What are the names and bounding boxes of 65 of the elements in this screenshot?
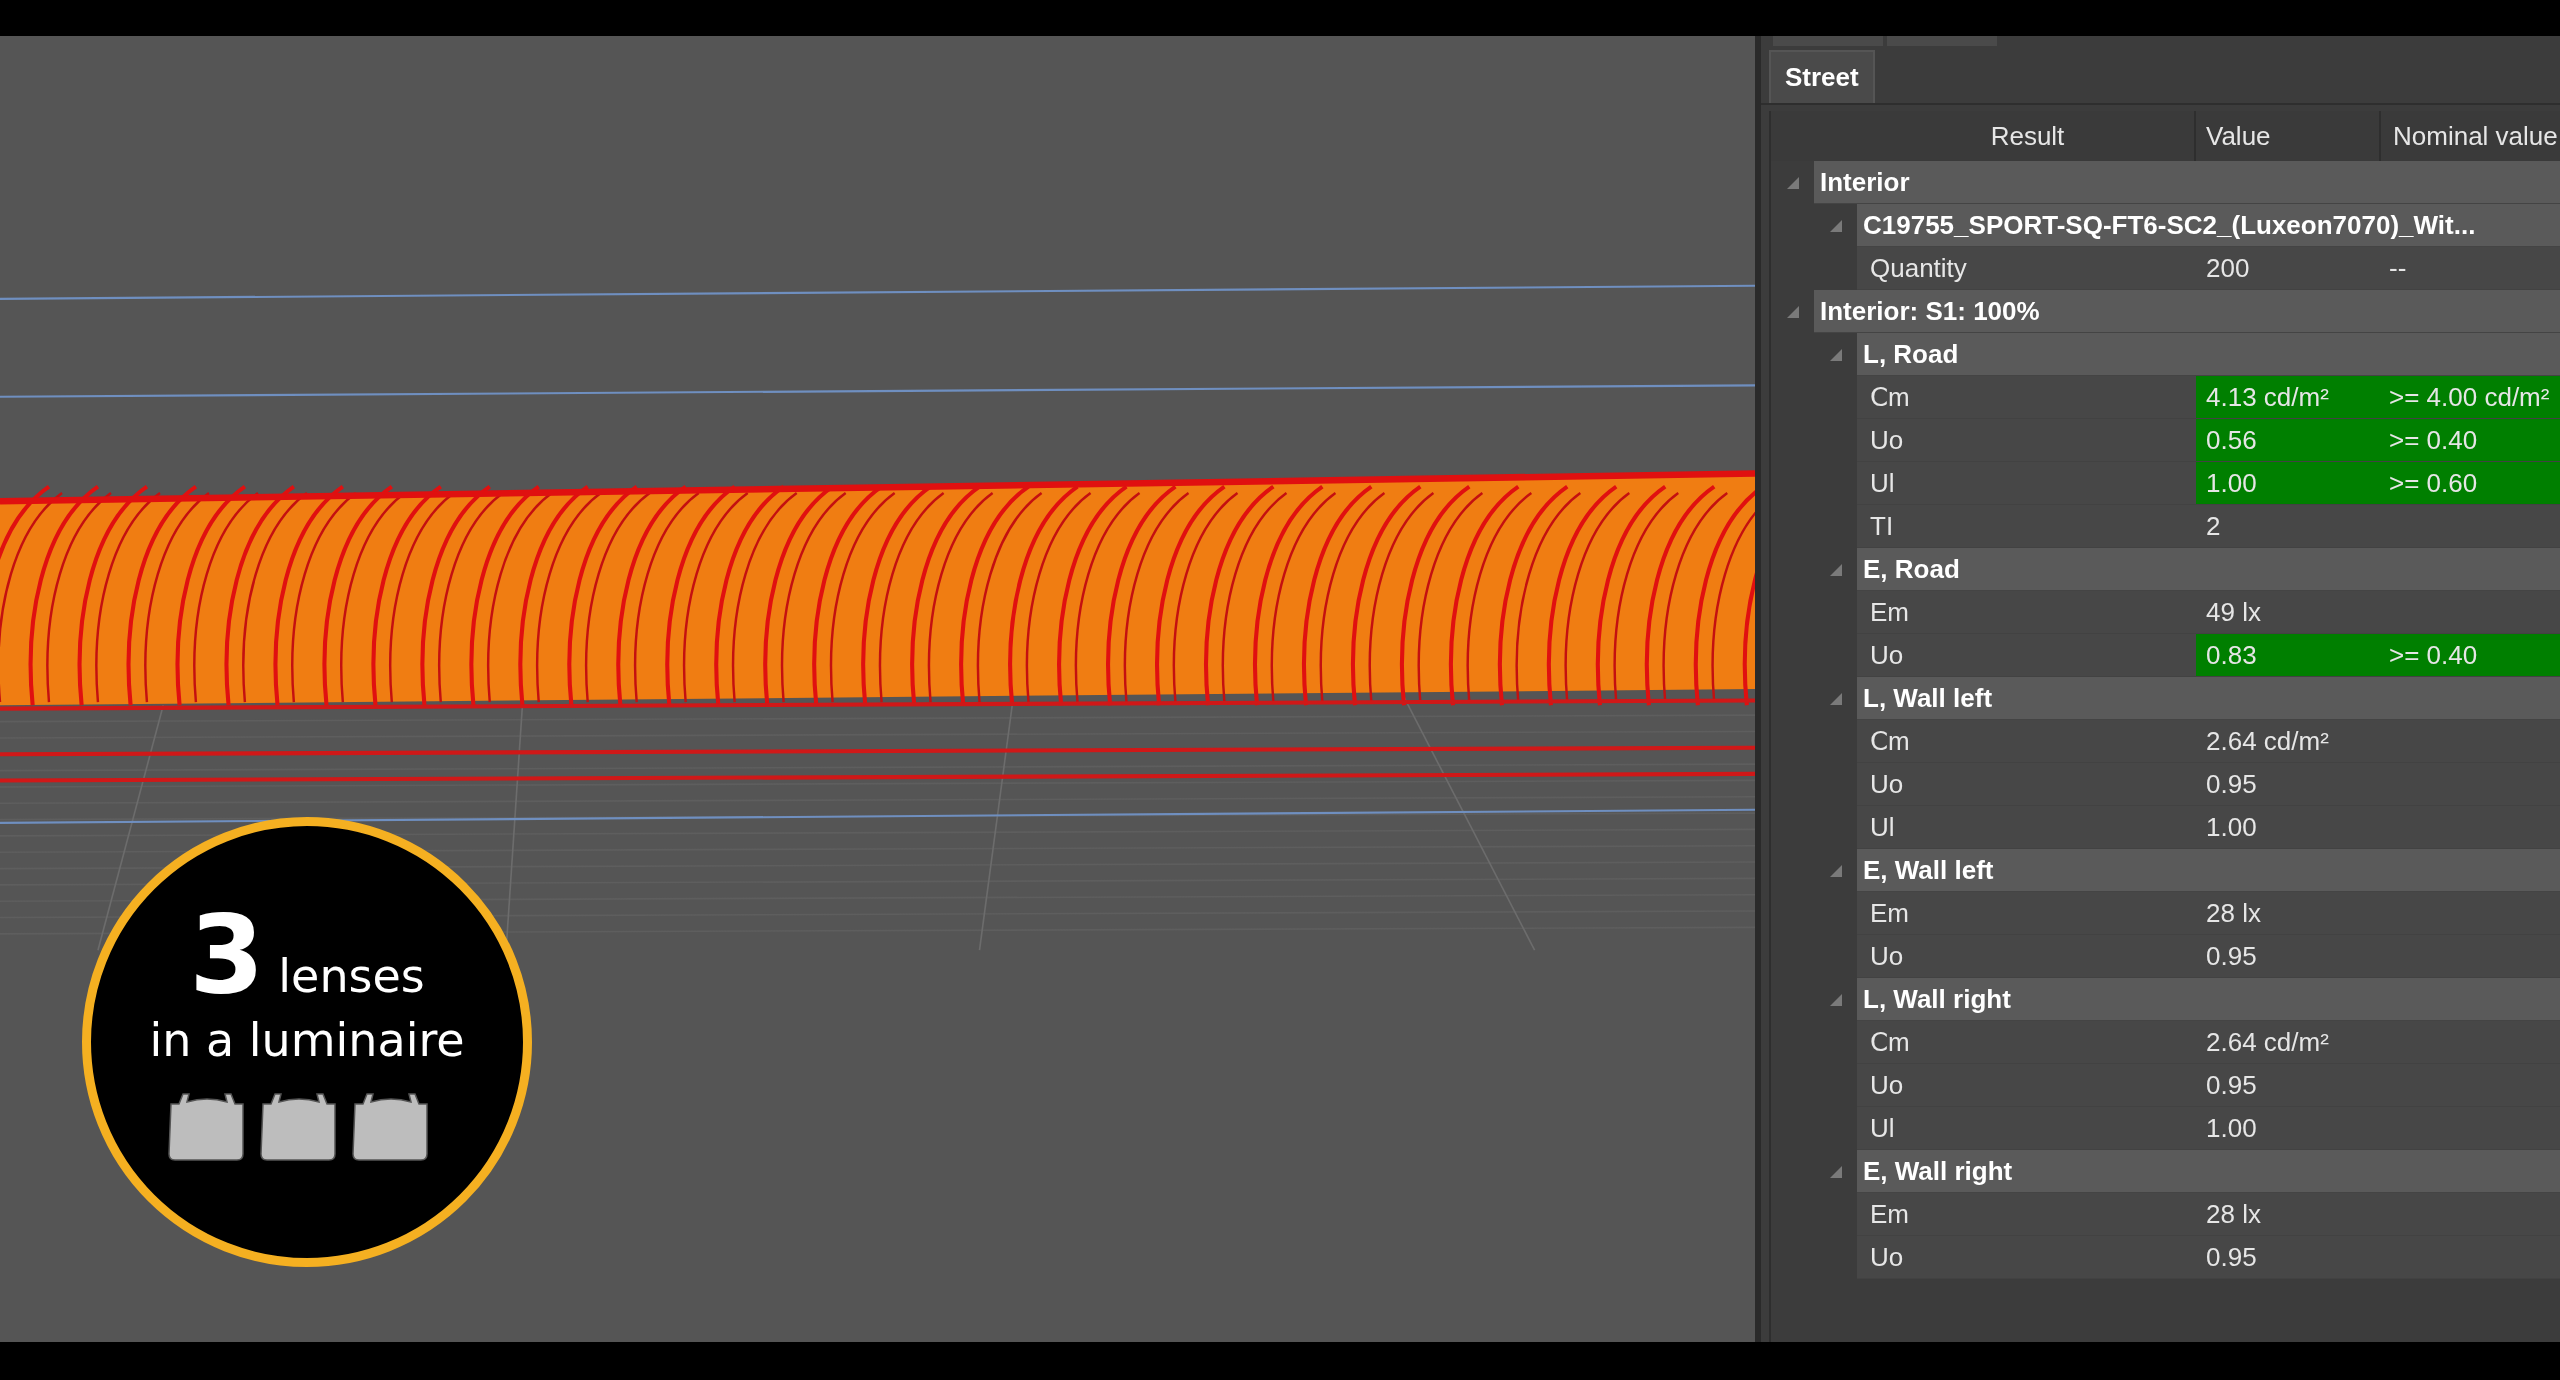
result-label: Em: [1869, 1197, 1910, 1231]
expand-toggle-icon[interactable]: [1828, 863, 1843, 878]
result-label: Em: [1869, 595, 1910, 629]
value-cell-text: 1.00: [2205, 1111, 2258, 1145]
lens-icon: [168, 1093, 244, 1161]
expand-toggle-icon[interactable]: [1828, 347, 1843, 362]
value-cell-text: 49 lx: [2205, 595, 2262, 629]
result-label: Uo: [1869, 1240, 1905, 1274]
lens-icon: [260, 1093, 336, 1161]
tab[interactable]: Street: [1769, 50, 1875, 103]
value-cell-text: 2.64 cd/m²: [2205, 1025, 2330, 1059]
lens-icon: [352, 1093, 428, 1161]
value-cell-text: 2.64 cd/m²: [2205, 724, 2330, 758]
group-row[interactable]: L, Wall right: [1857, 978, 2560, 1021]
result-label: Uo: [1869, 767, 1905, 801]
group-row[interactable]: E, Road: [1857, 548, 2560, 591]
result-label: Ⅽm: [1869, 1025, 1911, 1059]
value-cell-text: 1.00: [2205, 810, 2258, 844]
group-row[interactable]: E, Wall left: [1857, 849, 2560, 892]
expand-toggle-icon[interactable]: [1828, 218, 1843, 233]
value-cell-text: 28 lx: [2205, 1197, 2262, 1231]
nominal-value-cell: >= 4.00 cd/m²: [2381, 376, 2560, 418]
nominal-value-cell: >= 0.40: [2381, 634, 2560, 676]
result-label: Ⅽm: [1869, 724, 1911, 758]
value-cell-text: 0.95: [2205, 767, 2258, 801]
result-label: Ul: [1869, 810, 1896, 844]
value-cell: 1.00: [2196, 462, 2381, 504]
result-label: Uo: [1869, 423, 1905, 457]
expand-toggle-icon[interactable]: [1828, 992, 1843, 1007]
result-label: Ul: [1869, 1111, 1896, 1145]
group-row[interactable]: E, Wall right: [1857, 1150, 2560, 1193]
value-cell: 0.83: [2196, 634, 2381, 676]
expand-toggle-icon[interactable]: [1785, 304, 1800, 319]
nominal-value-cell: >= 0.40: [2381, 419, 2560, 461]
value-cell-text: 0.95: [2205, 1068, 2258, 1102]
group-row[interactable]: L, Road: [1857, 333, 2560, 376]
value-cell-text: 200: [2205, 251, 2251, 285]
value-cell-text: 2: [2205, 509, 2222, 543]
nominal-value-cell: >= 0.60: [2381, 462, 2560, 504]
result-label: TI: [1869, 509, 1895, 543]
result-label: Ul: [1869, 466, 1896, 500]
result-label: Em: [1869, 896, 1910, 930]
result-label: Uo: [1869, 1068, 1905, 1102]
result-label: Uo: [1869, 638, 1905, 672]
group-row[interactable]: C19755_SPORT-SQ-FT6-SC2_(Luxeon7070)_Wit...: [1857, 204, 2560, 247]
result-label: Quantity: [1869, 251, 1968, 285]
column-header[interactable]: Nominal value: [2381, 116, 2560, 156]
value-cell-text: 0.95: [2205, 1240, 2258, 1274]
value-cell: 4.13 cd/m²: [2196, 376, 2381, 418]
group-row[interactable]: Interior: [1814, 161, 2560, 204]
expand-toggle-icon[interactable]: [1828, 562, 1843, 577]
badge-text: in a luminaire: [149, 1013, 465, 1069]
group-row[interactable]: L, Wall left: [1857, 677, 2560, 720]
expand-toggle-icon[interactable]: [1828, 1164, 1843, 1179]
nominal-value-cell-text: --: [2388, 251, 2408, 285]
group-row[interactable]: Interior: S1: 100%: [1814, 290, 2560, 333]
result-label: Uo: [1869, 939, 1905, 973]
expand-toggle-icon[interactable]: [1785, 175, 1800, 190]
value-cell-text: 28 lx: [2205, 896, 2262, 930]
result-label: Ⅽm: [1869, 380, 1911, 414]
value-cell-text: 0.95: [2205, 939, 2258, 973]
value-cell: 0.56: [2196, 419, 2381, 461]
badge-text: lenses: [278, 953, 425, 999]
expand-toggle-icon[interactable]: [1828, 691, 1843, 706]
badge-number: 3: [189, 901, 265, 1009]
